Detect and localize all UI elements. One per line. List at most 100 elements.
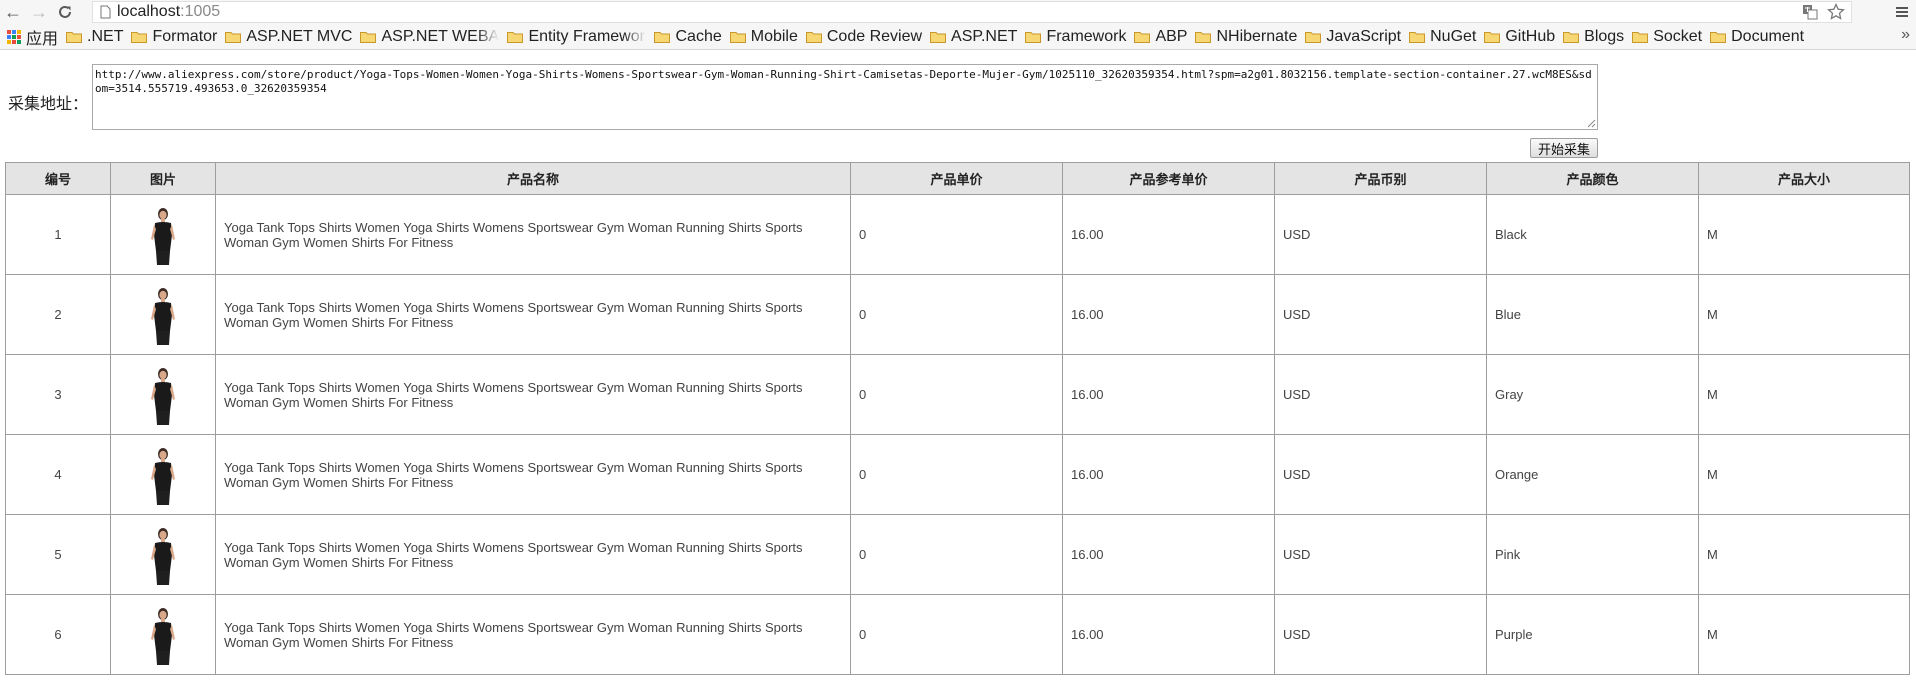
forward-arrow-icon[interactable]: → — [26, 0, 52, 24]
bookmark-label: Socket — [1653, 27, 1703, 45]
folder-icon — [930, 31, 947, 43]
product-thumbnail — [146, 284, 180, 345]
table-row: 6 Yoga Tank Tops Shirts Women Yoga Shirt… — [5, 594, 1910, 675]
product-price: 0 — [859, 467, 867, 482]
bookmark-folder[interactable]: ASP.NET WEBAF — [357, 26, 504, 48]
cell-ref-price: 16.00 — [1062, 434, 1275, 515]
column-header: 产品名称 — [215, 162, 851, 195]
product-size: M — [1707, 307, 1718, 322]
cell-ref-price: 16.00 — [1062, 354, 1275, 435]
bookmark-folder[interactable]: JavaScript — [1302, 26, 1406, 48]
bookmark-folder[interactable]: Framework — [1022, 26, 1131, 48]
cell-size: M — [1698, 434, 1910, 515]
product-size: M — [1707, 467, 1718, 482]
product-color: Blue — [1495, 307, 1522, 322]
folder-icon — [1563, 31, 1580, 43]
start-collect-button[interactable]: 开始采集 — [1530, 138, 1598, 158]
bookmark-label: ASP.NET — [951, 27, 1018, 45]
bookmark-folder[interactable]: Cache — [651, 26, 726, 48]
cell-currency: USD — [1274, 194, 1487, 275]
product-id: 5 — [54, 547, 62, 562]
cell-ref-price: 16.00 — [1062, 274, 1275, 355]
cell-price: 0 — [850, 594, 1063, 675]
cell-color: Pink — [1486, 514, 1699, 595]
bookmark-folder[interactable]: Code Review — [803, 26, 927, 48]
bookmark-folder[interactable]: ASP.NET — [927, 26, 1022, 48]
product-id: 3 — [54, 387, 62, 402]
table-row: 1 Yoga Tank Tops Shirts Women Yoga Shirt… — [5, 194, 1910, 275]
bookmarks-overflow-icon[interactable]: » — [1901, 26, 1910, 44]
product-table: 编号 图片 产品名称 产品单价 产品参考单价 产品币别 产品颜色 产品大小 1 — [5, 162, 1910, 675]
column-header: 产品单价 — [850, 162, 1063, 195]
folder-icon — [225, 31, 242, 43]
bookmark-folder[interactable]: Socket — [1629, 26, 1707, 48]
folder-icon — [1632, 31, 1649, 43]
back-arrow-icon[interactable]: ← — [0, 0, 26, 24]
bookmark-star-icon[interactable] — [1826, 2, 1846, 22]
bookmark-folder[interactable]: Document — [1707, 26, 1809, 48]
bookmark-label: Framework — [1046, 27, 1127, 45]
bookmark-label: NHibernate — [1216, 27, 1298, 45]
column-header: 图片 — [110, 162, 216, 195]
cell-image — [110, 194, 216, 275]
bookmark-label: .NET — [87, 27, 124, 45]
cell-name: Yoga Tank Tops Shirts Women Yoga Shirts … — [215, 594, 851, 675]
reload-icon[interactable] — [52, 0, 78, 24]
product-currency: USD — [1283, 387, 1311, 402]
cell-size: M — [1698, 274, 1910, 355]
bookmark-label: Entity Framewor — [528, 27, 647, 46]
bookmark-apps[interactable]: 应用 — [4, 26, 63, 48]
textarea-resize-grip-icon[interactable] — [1586, 118, 1596, 128]
folder-icon — [1710, 31, 1727, 43]
bookmark-folder[interactable]: .NET — [63, 26, 128, 48]
bookmark-folder[interactable]: NuGet — [1406, 26, 1481, 48]
bookmark-folder[interactable]: Entity Framewor — [504, 26, 651, 48]
product-ref-price: 16.00 — [1071, 307, 1104, 322]
product-color: Purple — [1495, 627, 1533, 642]
cell-currency: USD — [1274, 354, 1487, 435]
product-name: Yoga Tank Tops Shirts Women Yoga Shirts … — [224, 459, 803, 490]
product-ref-price: 16.00 — [1071, 227, 1104, 242]
bookmark-folder[interactable]: NHibernate — [1192, 26, 1302, 48]
cell-currency: USD — [1274, 274, 1487, 355]
bookmark-folder[interactable]: Blogs — [1560, 26, 1629, 48]
translate-icon[interactable] — [1800, 2, 1820, 22]
bookmark-folder[interactable]: GitHub — [1481, 26, 1560, 48]
folder-icon — [1305, 31, 1322, 43]
cell-currency: USD — [1274, 434, 1487, 515]
cell-name: Yoga Tank Tops Shirts Women Yoga Shirts … — [215, 434, 851, 515]
bookmark-folder[interactable]: ABP — [1131, 26, 1192, 48]
bookmark-label: ASP.NET WEBAF — [381, 27, 500, 46]
collect-url-input[interactable]: http://www.aliexpress.com/store/product/… — [92, 64, 1598, 130]
folder-icon — [1484, 31, 1501, 43]
product-color: Pink — [1495, 547, 1521, 562]
bookmark-label: Code Review — [826, 27, 923, 45]
product-currency: USD — [1283, 467, 1311, 482]
product-price: 0 — [859, 627, 867, 642]
address-bar[interactable]: localhost:1005 — [92, 1, 1852, 23]
folder-icon — [360, 31, 377, 43]
product-currency: USD — [1283, 547, 1311, 562]
product-ref-price: 16.00 — [1071, 627, 1104, 642]
product-name: Yoga Tank Tops Shirts Women Yoga Shirts … — [224, 219, 803, 250]
product-size: M — [1707, 227, 1718, 242]
product-thumbnail — [146, 444, 180, 505]
column-header: 产品颜色 — [1486, 162, 1699, 195]
bookmark-label: ASP.NET MVC — [246, 27, 353, 45]
bookmark-folder[interactable]: Mobile — [727, 26, 803, 48]
column-header: 产品大小 — [1698, 162, 1910, 195]
cell-color: Orange — [1486, 434, 1699, 515]
bookmark-folder[interactable]: ASP.NET MVC — [222, 26, 357, 48]
collect-url-label: 采集地址： — [8, 96, 89, 113]
table-row: 2 Yoga Tank Tops Shirts Women Yoga Shirt… — [5, 274, 1910, 355]
bookmark-folder[interactable]: Formator — [128, 26, 222, 48]
cell-ref-price: 16.00 — [1062, 594, 1275, 675]
cell-image — [110, 354, 216, 435]
product-name: Yoga Tank Tops Shirts Women Yoga Shirts … — [224, 299, 803, 330]
bookmark-label: ABP — [1155, 27, 1188, 45]
table-header-row: 编号 图片 产品名称 产品单价 产品参考单价 产品币别 产品颜色 产品大小 — [5, 162, 1910, 195]
bookmark-label: NuGet — [1430, 27, 1477, 45]
column-header: 编号 — [5, 162, 111, 195]
bookmark-label: Document — [1731, 27, 1805, 45]
hamburger-menu-icon[interactable] — [1892, 2, 1912, 22]
